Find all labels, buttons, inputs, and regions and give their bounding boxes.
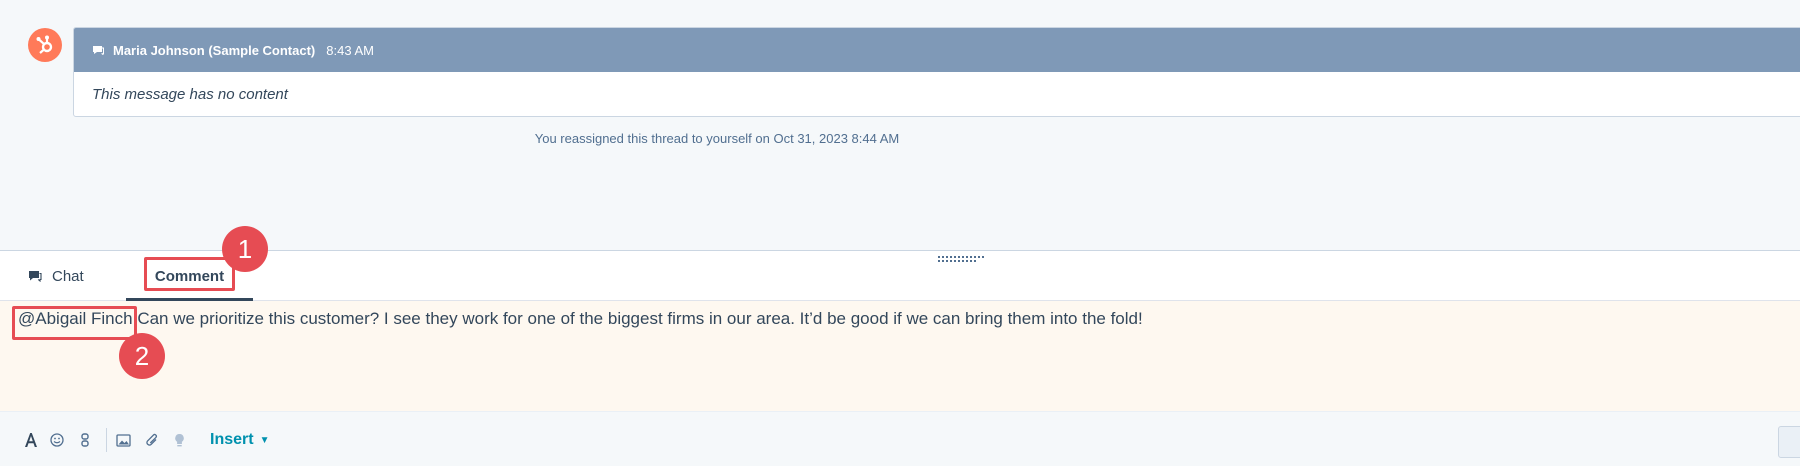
toolbar-divider [106, 428, 107, 452]
callout-badge-2: 2 [119, 333, 165, 379]
text-format-icon[interactable] [24, 412, 38, 466]
emoji-icon[interactable] [50, 412, 64, 466]
comment-body: Can we prioritize this customer? I see t… [132, 309, 1143, 328]
highlight-mention [12, 306, 137, 340]
composer-tabs: Chat Comment [0, 251, 1800, 302]
chat-bubble-icon [92, 45, 104, 55]
message-time: 8:43 AM [326, 42, 374, 58]
sprocket-icon [36, 35, 53, 54]
highlight-comment-tab [144, 257, 235, 291]
comment-text[interactable]: @Abigail Finch Can we prioritize this cu… [18, 309, 1143, 329]
system-note: You reassigned this thread to yourself o… [0, 131, 1800, 146]
message-body: This message has no content [92, 85, 288, 103]
send-button[interactable] [1778, 426, 1800, 458]
resize-handle[interactable] [938, 256, 984, 262]
lightbulb-icon[interactable] [174, 412, 185, 466]
insert-dropdown[interactable]: Insert ▼ [210, 412, 269, 466]
message-card: Maria Johnson (Sample Contact) 8:43 AM T… [73, 27, 1800, 117]
message-header: Maria Johnson (Sample Contact) 8:43 AM [74, 28, 1800, 72]
snippet-icon[interactable] [80, 412, 90, 466]
attachment-icon[interactable] [145, 412, 159, 466]
chevron-down-icon: ▼ [259, 434, 270, 446]
tab-chat[interactable]: Chat [28, 251, 84, 301]
conversation-thread: Maria Johnson (Sample Contact) 8:43 AM T… [0, 0, 1800, 250]
sender-name[interactable]: Maria Johnson (Sample Contact) [113, 43, 315, 58]
chat-icon [28, 270, 42, 282]
composer-toolbar: Insert ▼ [0, 411, 1800, 466]
insert-label: Insert [210, 431, 254, 448]
tab-chat-label: Chat [52, 267, 84, 285]
comment-editor[interactable]: @Abigail Finch Can we prioritize this cu… [0, 301, 1800, 411]
image-icon[interactable] [116, 412, 131, 466]
system-note-text: You reassigned this thread to yourself o… [534, 131, 900, 146]
hubspot-logo-avatar [28, 28, 62, 62]
callout-badge-1: 1 [222, 226, 268, 272]
composer: Chat Comment @Abigail Finch Can we prior… [0, 226, 1800, 466]
